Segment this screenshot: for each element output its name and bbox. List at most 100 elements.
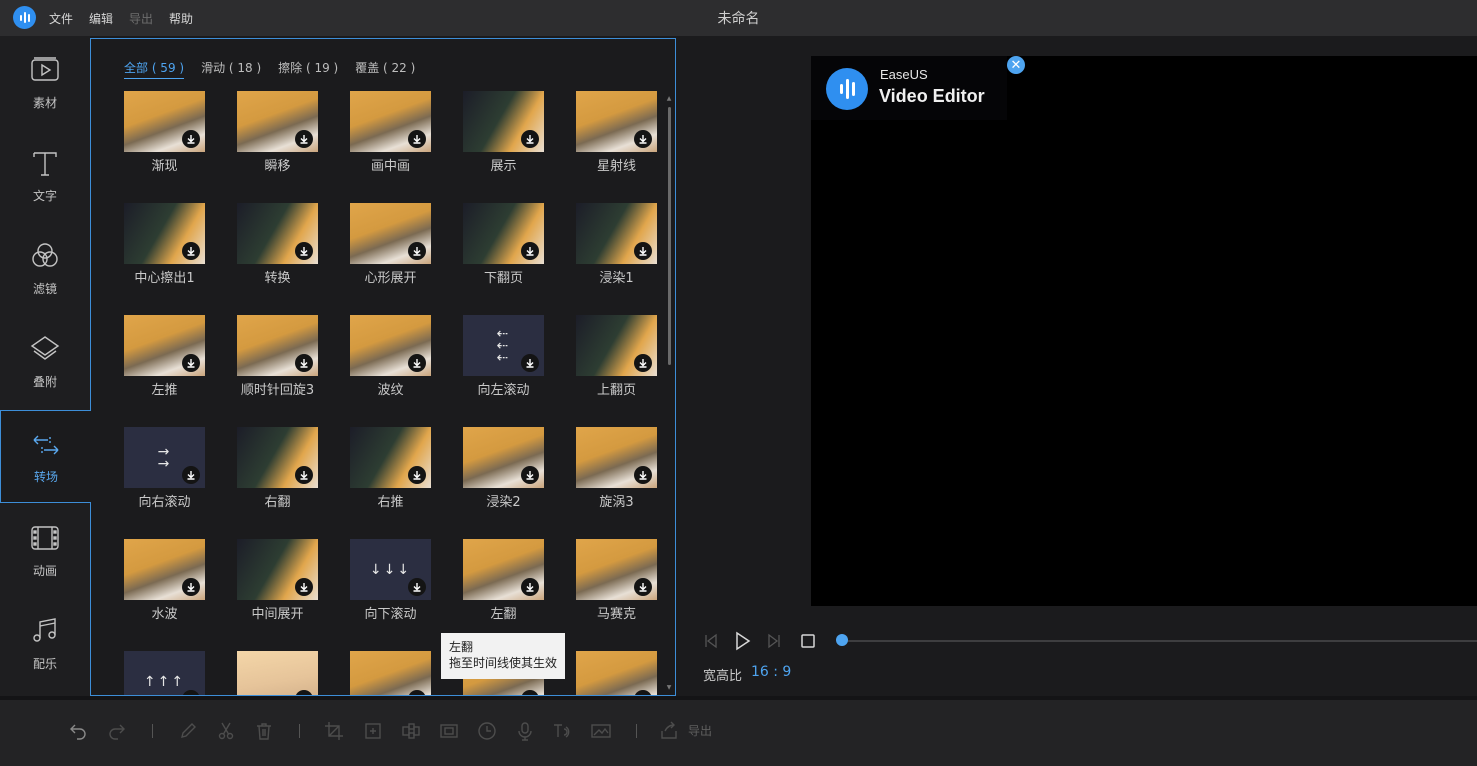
scroll-down-icon[interactable]: ▼ [666, 684, 672, 691]
transition-item[interactable]: 上翻页 [576, 315, 658, 415]
download-icon[interactable] [182, 466, 200, 484]
download-icon[interactable] [182, 354, 200, 372]
resize-button[interactable] [362, 720, 384, 742]
transition-item[interactable]: 中间展开 [237, 539, 319, 639]
tab-cover[interactable]: 覆盖 ( 22 ) [355, 59, 415, 79]
crop-button[interactable] [323, 720, 345, 742]
transition-item[interactable]: 下翻页 [463, 203, 545, 303]
download-icon[interactable] [182, 578, 200, 596]
clock-icon [478, 722, 496, 740]
export-label[interactable]: 导出 [688, 722, 712, 739]
download-icon[interactable] [408, 466, 426, 484]
transition-item[interactable]: 转换 [237, 203, 319, 303]
toolbar-separator [152, 724, 153, 738]
tab-all[interactable]: 全部 ( 59 ) [124, 59, 185, 79]
tool-rail: 素材 文字 滤镜 叠附 转场 动画 配乐 [0, 36, 91, 696]
transition-item[interactable]: 右翻 [237, 427, 319, 527]
rail-item-music[interactable]: 配乐 [0, 597, 90, 690]
tab-wipe[interactable]: 擦除 ( 19 ) [278, 59, 338, 79]
rail-item-animation[interactable]: 动画 [0, 504, 90, 597]
download-icon[interactable] [521, 578, 539, 596]
download-icon[interactable] [408, 578, 426, 596]
transition-item[interactable]: 马赛克 [576, 539, 658, 639]
transition-item[interactable]: 浸染2 [463, 427, 545, 527]
download-icon[interactable] [295, 354, 313, 372]
download-icon[interactable] [634, 354, 652, 372]
library-scrollbar[interactable]: ▲ ▼ [666, 95, 672, 691]
stop-button[interactable] [797, 628, 819, 654]
duration-button[interactable] [476, 720, 498, 742]
transition-item[interactable] [350, 651, 432, 695]
transition-item[interactable]: 画中画 [350, 91, 432, 191]
green-screen-button[interactable] [590, 720, 612, 742]
transition-label: 中心擦出1 [134, 271, 195, 286]
transition-item[interactable]: 顺时针回旋3 [237, 315, 319, 415]
download-icon[interactable] [521, 354, 539, 372]
scroll-up-icon[interactable]: ▲ [666, 95, 672, 102]
export-button[interactable] [658, 720, 680, 742]
transition-item[interactable]: ⇠ ⇠ ⇠ 向左滚动 [463, 315, 545, 415]
freeze-frame-button[interactable] [438, 720, 460, 742]
download-icon[interactable] [295, 466, 313, 484]
transition-item[interactable]: 渐现 [124, 91, 206, 191]
download-icon[interactable] [634, 242, 652, 260]
download-icon[interactable] [634, 466, 652, 484]
transition-item[interactable]: 波纹 [350, 315, 432, 415]
seek-bar[interactable] [842, 640, 1477, 642]
tab-slide[interactable]: 滑动 ( 18 ) [201, 59, 261, 79]
redo-button[interactable] [106, 720, 128, 742]
download-icon[interactable] [408, 242, 426, 260]
rail-item-overlay[interactable]: 叠附 [0, 315, 90, 408]
next-frame-button[interactable] [763, 628, 785, 654]
transition-item[interactable] [237, 651, 319, 695]
transition-item[interactable] [576, 651, 658, 695]
undo-button[interactable] [67, 720, 89, 742]
transition-item[interactable]: 心形展开 [350, 203, 432, 303]
transition-item[interactable]: ↓↓↓ 向下滚动 [350, 539, 432, 639]
rail-item-transition[interactable]: 转场 [0, 410, 91, 503]
rail-item-text[interactable]: 文字 [0, 129, 90, 222]
voiceover-button[interactable] [514, 720, 536, 742]
transition-thumbnail [124, 315, 205, 376]
rail-item-filter[interactable]: 滤镜 [0, 222, 90, 315]
download-icon[interactable] [182, 242, 200, 260]
download-icon[interactable] [295, 130, 313, 148]
transition-item[interactable]: 左翻 [463, 539, 545, 639]
mosaic-button[interactable] [400, 720, 422, 742]
transition-item[interactable]: ↑↑↑ [124, 651, 206, 695]
transition-thumbnail [124, 91, 205, 152]
transition-item[interactable]: 右推 [350, 427, 432, 527]
transition-item[interactable]: 瞬移 [237, 91, 319, 191]
text-to-speech-button[interactable] [552, 720, 574, 742]
split-button[interactable] [215, 720, 237, 742]
download-icon[interactable] [521, 130, 539, 148]
download-icon[interactable] [295, 578, 313, 596]
prev-frame-button[interactable] [700, 628, 722, 654]
download-icon[interactable] [521, 242, 539, 260]
play-button[interactable] [731, 628, 753, 654]
transition-thumbnail [237, 651, 318, 695]
transition-item[interactable]: 中心擦出1 [124, 203, 206, 303]
download-icon[interactable] [182, 130, 200, 148]
download-icon[interactable] [408, 130, 426, 148]
transition-item[interactable]: 展示 [463, 91, 545, 191]
edit-button[interactable] [177, 720, 199, 742]
seek-knob[interactable] [836, 634, 848, 646]
download-icon[interactable] [634, 130, 652, 148]
transition-item[interactable]: 水波 [124, 539, 206, 639]
transition-thumbnail [576, 427, 657, 488]
transition-item[interactable]: 星射线 [576, 91, 658, 191]
aspect-ratio-value[interactable]: 16 : 9 [751, 664, 791, 680]
scrollbar-thumb[interactable] [668, 107, 671, 365]
transition-item[interactable]: 旋涡3 [576, 427, 658, 527]
rail-item-media[interactable]: 素材 [0, 36, 90, 129]
transition-item[interactable]: 浸染1 [576, 203, 658, 303]
download-icon[interactable] [408, 354, 426, 372]
delete-button[interactable] [253, 720, 275, 742]
download-icon[interactable] [634, 578, 652, 596]
download-icon[interactable] [295, 242, 313, 260]
transition-item[interactable]: → → 向右滚动 [124, 427, 206, 527]
watermark-close-icon[interactable]: ✕ [1007, 56, 1025, 74]
download-icon[interactable] [521, 466, 539, 484]
transition-item[interactable]: 左推 [124, 315, 206, 415]
